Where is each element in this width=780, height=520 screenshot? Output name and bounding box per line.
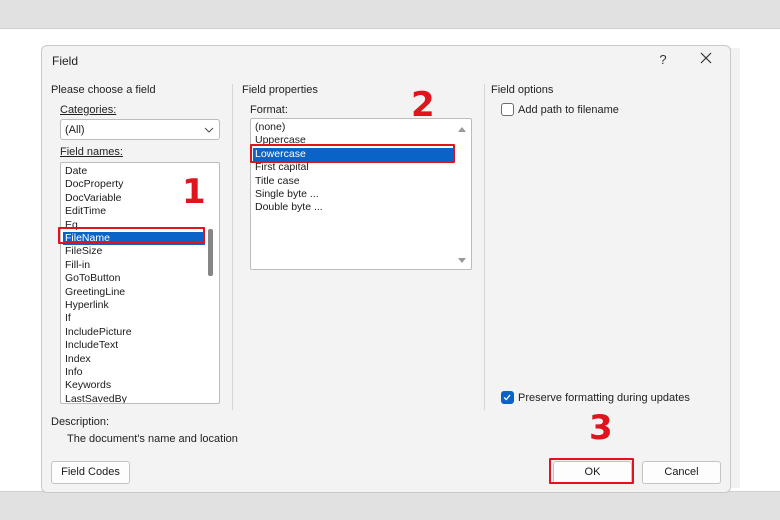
field-name-item[interactable]: IncludePicture — [63, 326, 205, 339]
field-name-item[interactable]: Fill-in — [63, 259, 205, 272]
format-label: Format: — [250, 104, 288, 116]
dialog-title: Field — [52, 54, 79, 68]
step-number-3: 3 — [589, 408, 613, 448]
field-names-label: Field names: — [60, 146, 123, 158]
scroll-up-icon[interactable] — [457, 125, 467, 133]
field-name-item[interactable]: Keywords — [63, 379, 205, 392]
cancel-button[interactable]: Cancel — [642, 461, 721, 484]
categories-value: (All) — [65, 124, 85, 136]
categories-label-text: Categories: — [60, 104, 117, 116]
help-button[interactable]: ? — [656, 52, 670, 67]
field-list-scrollbar-thumb[interactable] — [208, 229, 213, 276]
field-name-item[interactable]: IncludeText — [63, 339, 205, 352]
field-properties-heading: Field properties — [242, 84, 318, 96]
separator-right — [484, 84, 485, 410]
field-name-item[interactable]: FileName — [63, 232, 205, 245]
format-list[interactable]: (none) Uppercase Lowercase First capital Tit… — [250, 118, 472, 270]
step-number-2: 2 — [411, 85, 435, 125]
chevron-down-icon — [204, 127, 214, 133]
separator-left — [232, 84, 233, 410]
description-label: Description: — [51, 416, 110, 428]
field-name-item[interactable]: Index — [63, 353, 205, 366]
format-item[interactable]: Single byte ... — [253, 188, 453, 201]
step-number-1: 1 — [182, 172, 206, 212]
format-item[interactable]: Lowercase — [253, 147, 453, 161]
field-names-label-text: Field names: — [60, 146, 123, 158]
ok-button[interactable]: OK — [553, 461, 632, 484]
document-page-edge — [730, 48, 740, 488]
field-codes-button[interactable]: Field Codes — [51, 461, 130, 484]
scroll-down-icon[interactable] — [457, 257, 467, 265]
add-path-label: Add path to filename — [518, 104, 619, 116]
field-name-item[interactable]: GoToButton — [63, 272, 205, 285]
field-name-item[interactable]: FileSize — [63, 245, 205, 258]
preserve-formatting-checkbox[interactable] — [501, 391, 514, 404]
field-name-item[interactable]: Info — [63, 366, 205, 379]
format-item[interactable]: Uppercase — [253, 134, 453, 147]
field-name-item[interactable]: If — [63, 312, 205, 325]
categories-dropdown[interactable]: (All) — [60, 119, 220, 140]
field-name-item[interactable]: Hyperlink — [63, 299, 205, 312]
format-item[interactable]: Title case — [253, 175, 453, 188]
field-name-item[interactable]: LastSavedBy — [63, 393, 205, 403]
description-text: The document's name and location — [67, 433, 238, 445]
field-dialog: Field ? Please choose a field Categories… — [41, 45, 731, 493]
add-path-checkbox[interactable] — [501, 103, 514, 116]
checkmark-icon — [503, 394, 511, 401]
format-item[interactable]: Double byte ... — [253, 201, 453, 214]
format-item[interactable]: First capital — [253, 161, 453, 174]
categories-label: Categories: — [60, 104, 116, 116]
field-name-item[interactable]: GreetingLine — [63, 286, 205, 299]
field-name-item[interactable]: Eq — [63, 219, 205, 232]
choose-field-heading: Please choose a field — [51, 84, 156, 96]
preserve-formatting-label: Preserve formatting during updates — [518, 392, 690, 404]
field-options-heading: Field options — [491, 84, 554, 96]
close-icon[interactable] — [698, 50, 714, 66]
